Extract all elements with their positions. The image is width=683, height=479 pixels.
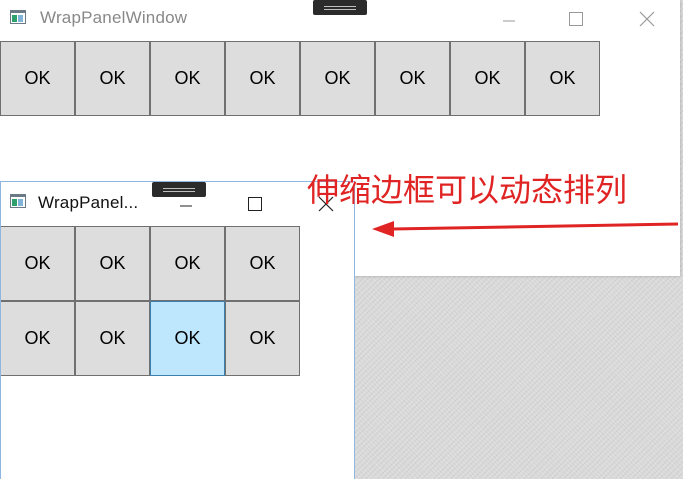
ok-button[interactable]: OK [300, 41, 375, 116]
ok-button[interactable]: OK [525, 41, 600, 116]
ok-button[interactable]: OK [450, 41, 525, 116]
ok-button[interactable]: OK [1, 301, 75, 376]
window-title: WrapPanel... [38, 193, 139, 212]
resize-grip[interactable] [313, 0, 367, 15]
window-title: WrapPanelWindow [40, 8, 188, 27]
maximize-icon [569, 11, 583, 26]
maximize-button[interactable] [553, 0, 599, 37]
resize-grip[interactable] [152, 182, 206, 197]
app-window-icon [10, 194, 26, 208]
ok-button[interactable]: OK [150, 41, 225, 116]
maximize-button[interactable] [232, 185, 278, 222]
app-window-icon [10, 10, 26, 24]
ok-button[interactable]: OK [75, 226, 150, 301]
maximize-icon [248, 196, 262, 211]
ok-button[interactable]: OK [0, 41, 75, 116]
ok-button[interactable]: OK [225, 226, 300, 301]
annotation-text: 伸缩边框可以动态排列 [307, 171, 628, 209]
wrap-panel: OK OK OK OK OK OK OK OK [1, 226, 300, 376]
minimize-icon [180, 205, 192, 206]
close-icon [639, 11, 655, 26]
minimize-icon [503, 20, 515, 21]
minimize-button[interactable] [486, 0, 532, 37]
ok-button[interactable]: OK [150, 301, 225, 376]
ok-button[interactable]: OK [1, 226, 75, 301]
wrappanel-window-narrow: WrapPanel... OK OK OK OK OK OK OK OK [0, 181, 355, 479]
ok-button[interactable]: OK [225, 41, 300, 116]
ok-button[interactable]: OK [375, 41, 450, 116]
ok-button[interactable]: OK [150, 226, 225, 301]
close-button[interactable] [624, 0, 670, 37]
ok-button[interactable]: OK [75, 41, 150, 116]
wrap-panel: OK OK OK OK OK OK OK OK [0, 41, 680, 116]
ok-button[interactable]: OK [225, 301, 300, 376]
ok-button[interactable]: OK [75, 301, 150, 376]
